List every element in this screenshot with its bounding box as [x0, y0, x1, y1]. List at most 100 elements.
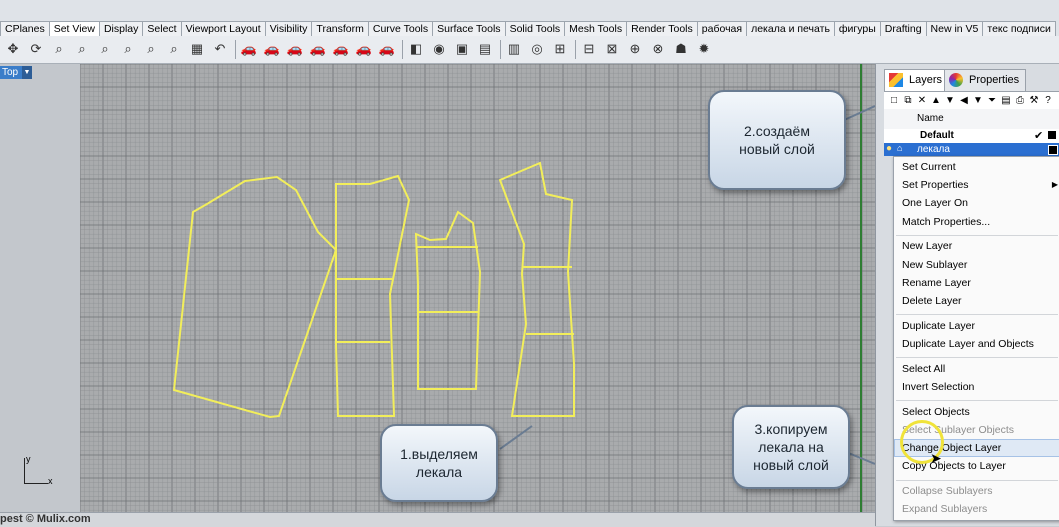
layer-tools-icon[interactable]: ⎙: [1014, 94, 1026, 108]
menu-item-set-properties[interactable]: Set Properties: [902, 177, 969, 193]
named-cplanes-icon[interactable]: ▤: [476, 40, 494, 58]
tab-properties-label: Properties: [969, 74, 1020, 86]
tab-viewport-layout[interactable]: Viewport Layout: [180, 21, 266, 36]
zoom-extents-icon[interactable]: ⌕: [96, 40, 114, 58]
name-column-header[interactable]: Name: [917, 113, 944, 124]
menu-item-rename-layer[interactable]: Rename Layer: [902, 275, 971, 291]
lightbulb-icon[interactable]: ●: [886, 143, 892, 154]
menu-item-delete-layer[interactable]: Delete Layer: [902, 293, 962, 309]
tab-mesh-tools[interactable]: Mesh Tools: [564, 21, 628, 36]
viewport-icon[interactable]: ⊠: [603, 40, 621, 58]
car-artistic-icon[interactable]: 🚗: [378, 40, 396, 58]
layer-list-icon[interactable]: ▤: [1000, 94, 1012, 108]
new-sublayer-icon[interactable]: ⧉: [902, 94, 914, 108]
menu-item-match-properties[interactable]: Match Properties...: [902, 214, 990, 230]
menu-separator: [896, 314, 1058, 316]
turntable-icon[interactable]: ⊗: [649, 40, 667, 58]
menu-item-select-all[interactable]: Select All: [902, 361, 945, 377]
move-out-icon[interactable]: ◀: [958, 94, 970, 108]
menu-item-collapse-sublayers[interactable]: Collapse Sublayers: [902, 483, 992, 499]
tab-cplanes[interactable]: CPlanes: [0, 21, 50, 36]
menu-item-expand-sublayers[interactable]: Expand Sublayers: [902, 501, 987, 517]
status-watermark-text: pest © Mulix.com: [0, 513, 91, 525]
callout-step3-text: 3.копируем лекала на новый слой: [753, 421, 829, 473]
grid-axes-icon[interactable]: ⊕: [626, 40, 644, 58]
layer-color-swatch[interactable]: [1048, 131, 1056, 139]
zoom-dynamic-icon[interactable]: ⌕: [50, 40, 68, 58]
tools-icon[interactable]: ⚒: [1028, 94, 1040, 108]
menu-item-set-current[interactable]: Set Current: [902, 159, 956, 175]
capture-icon[interactable]: ◉: [430, 40, 448, 58]
car-rendered-icon[interactable]: 🚗: [286, 40, 304, 58]
move-down-icon[interactable]: ▼: [944, 94, 956, 108]
sun-icon[interactable]: ✹: [695, 40, 713, 58]
callout-step3-pointer: [845, 451, 875, 465]
layer-color-swatch[interactable]: [1048, 145, 1058, 155]
tab-surface-tools[interactable]: Surface Tools: [432, 21, 506, 36]
set-camera-icon[interactable]: ◧: [407, 40, 425, 58]
filter-chevron-icon[interactable]: ▼: [972, 94, 984, 108]
ortho-icon[interactable]: ⊞: [551, 40, 569, 58]
menu-item-invert-selection[interactable]: Invert Selection: [902, 379, 974, 395]
toolbar-separator: [575, 40, 576, 59]
menu-item-duplicate-layer-and-objects[interactable]: Duplicate Layer and Objects: [902, 336, 1034, 352]
snapshot-icon[interactable]: ◎: [528, 40, 546, 58]
viewport-menu-chevron-icon[interactable]: ▼: [22, 66, 32, 79]
red-car-icon[interactable]: 🚗: [240, 40, 258, 58]
tab-лекала-и-печать[interactable]: лекала и печать: [746, 21, 835, 36]
menu-item-new-sublayer[interactable]: New Sublayer: [902, 257, 967, 273]
car-ghosted-icon[interactable]: 🚗: [309, 40, 327, 58]
properties-icon: [949, 73, 963, 87]
zoom-window-icon[interactable]: ⌕: [73, 40, 91, 58]
car-xray-icon[interactable]: 🚗: [332, 40, 350, 58]
layer-row-default[interactable]: Default ✔: [884, 129, 1059, 143]
tab-new-in-v5[interactable]: New in V5: [925, 21, 984, 36]
tab-render-tools[interactable]: Render Tools: [626, 21, 698, 36]
tab-фигуры[interactable]: фигуры: [833, 21, 881, 36]
zoom-all-icon[interactable]: ⌕: [142, 40, 160, 58]
layers-icon: [889, 73, 903, 87]
perspective-icon[interactable]: ▥: [505, 40, 523, 58]
car-technical-icon[interactable]: 🚗: [355, 40, 373, 58]
zoom-selected-icon[interactable]: ⌕: [119, 40, 137, 58]
delete-layer-icon[interactable]: ✕: [916, 94, 928, 108]
plan-icon[interactable]: ⊟: [580, 40, 598, 58]
tab-select[interactable]: Select: [142, 21, 182, 36]
tab-curve-tools[interactable]: Curve Tools: [367, 21, 434, 36]
undo-view-icon[interactable]: ↶: [211, 40, 229, 58]
lock-icon[interactable]: ⌂: [897, 143, 902, 153]
toolbar-separator: [500, 40, 501, 59]
layer-row-lekala[interactable]: ● ⌂ лекала: [884, 143, 1059, 156]
help-icon[interactable]: ?: [1042, 94, 1054, 108]
submenu-arrow-icon: ▶: [1051, 180, 1058, 190]
menu-item-select-objects[interactable]: Select Objects: [902, 404, 970, 420]
y-axis-label: y: [26, 454, 31, 464]
callout-step1: 1.выделяем лекала: [380, 424, 498, 502]
tab-properties[interactable]: Properties: [944, 69, 1027, 91]
tab-transform[interactable]: Transform: [311, 21, 369, 36]
tab-layers[interactable]: Layers: [884, 69, 950, 91]
tab-solid-tools[interactable]: Solid Tools: [504, 21, 566, 36]
menu-item-duplicate-layer[interactable]: Duplicate Layer: [902, 318, 975, 334]
new-layer-icon[interactable]: □: [888, 94, 900, 108]
menu-item-one-layer-on[interactable]: One Layer On: [902, 195, 968, 211]
tab-drafting[interactable]: Drafting: [879, 21, 927, 36]
rotate-view-icon[interactable]: ⟳: [27, 40, 45, 58]
tab-рабочая[interactable]: рабочая: [696, 21, 748, 36]
menu-item-new-layer[interactable]: New Layer: [902, 238, 952, 254]
tab-текс-подписи[interactable]: текс подписи: [982, 21, 1056, 36]
car-shaded-icon[interactable]: 🚗: [263, 40, 281, 58]
tab-display[interactable]: Display: [98, 21, 144, 36]
named-views-icon[interactable]: ▣: [453, 40, 471, 58]
filter-icon[interactable]: ⏷: [986, 94, 998, 108]
pan-icon[interactable]: ✥: [4, 40, 22, 58]
move-up-icon[interactable]: ▲: [930, 94, 942, 108]
walkabout-icon[interactable]: ☗: [672, 40, 690, 58]
zoom-target-icon[interactable]: ⌕: [165, 40, 183, 58]
ribbon-tab-strip: CPlanes Set View Display Select Viewport Lay…: [0, 0, 1059, 37]
tab-visibility[interactable]: Visibility: [264, 21, 313, 36]
layer-name-default: Default: [920, 130, 954, 141]
layers-toolbar: □ ⧉ ✕ ▲ ▼ ◀ ▼ ⏷ ▤ ⎙ ⚒?: [884, 91, 1059, 110]
tab-set-view[interactable]: Set View: [48, 21, 100, 36]
four-view-icon[interactable]: ▦: [188, 40, 206, 58]
